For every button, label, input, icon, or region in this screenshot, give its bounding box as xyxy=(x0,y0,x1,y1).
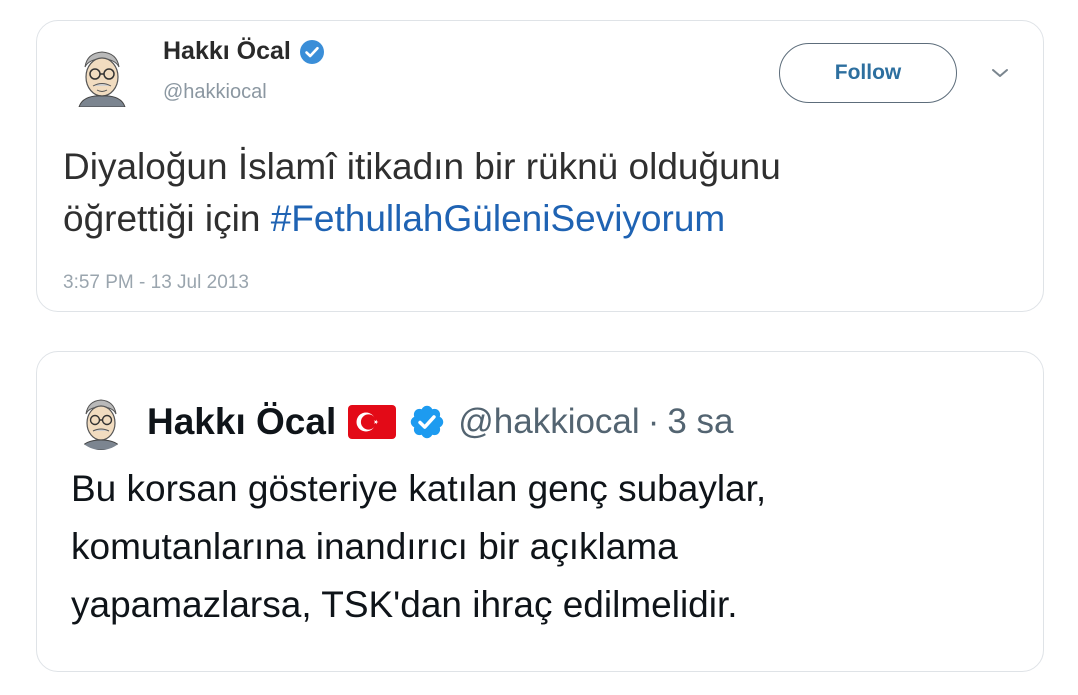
hashtag-link[interactable]: #FethullahGüleniSeviyorum xyxy=(271,198,726,239)
tweet-timestamp[interactable]: 3:57 PM - 13 Jul 2013 xyxy=(63,272,249,294)
follow-button[interactable]: Follow xyxy=(779,43,957,103)
tweet-text-line: Bu korsan gösteriye katılan genç subayla… xyxy=(71,468,767,509)
tweet-text-fragment: öğrettiği için xyxy=(63,198,271,239)
tweet-text-line: komutanlarına inandırıcı bir açıklama xyxy=(71,526,678,567)
chevron-down-icon[interactable] xyxy=(989,65,1011,81)
avatar[interactable] xyxy=(73,394,129,450)
quoted-tweet-card[interactable]: Hakkı Öcal @hakkiocal · 3 sa Bu korsan g… xyxy=(36,351,1044,672)
avatar-caricature-icon xyxy=(73,394,129,450)
avatar-caricature-icon xyxy=(71,45,133,107)
tweet-text: Bu korsan gösteriye katılan genç subayla… xyxy=(71,460,1021,634)
embedded-tweet-card: Hakkı Öcal @hakkiocal Follow Diyaloğun İ… xyxy=(36,20,1044,312)
turkey-flag-icon xyxy=(348,405,397,439)
separator-dot: · xyxy=(647,402,660,441)
verified-badge-icon xyxy=(299,39,325,65)
author-name[interactable]: Hakkı Öcal xyxy=(163,37,291,66)
author-row: Hakkı Öcal @hakkiocal · 3 sa xyxy=(147,394,734,450)
avatar[interactable] xyxy=(71,45,133,107)
tweet-text-line: yapamazlarsa, TSK'dan ihraç edilmelidir. xyxy=(71,584,738,625)
author-handle[interactable]: @hakkiocal xyxy=(163,81,267,104)
verified-badge-icon xyxy=(408,403,446,441)
tweet-text: Diyaloğun İslamî itikadın bir rüknü oldu… xyxy=(63,141,1013,245)
tweet-time-ago[interactable]: 3 sa xyxy=(667,402,733,442)
author-name[interactable]: Hakkı Öcal xyxy=(147,401,336,443)
author-handle[interactable]: @hakkiocal xyxy=(458,402,639,442)
author-name-row: Hakkı Öcal xyxy=(163,37,325,66)
tweet-text-line: öğrettiği için #FethullahGüleniSeviyorum xyxy=(63,193,1013,245)
tweet-text-line: Diyaloğun İslamî itikadın bir rüknü oldu… xyxy=(63,146,781,187)
